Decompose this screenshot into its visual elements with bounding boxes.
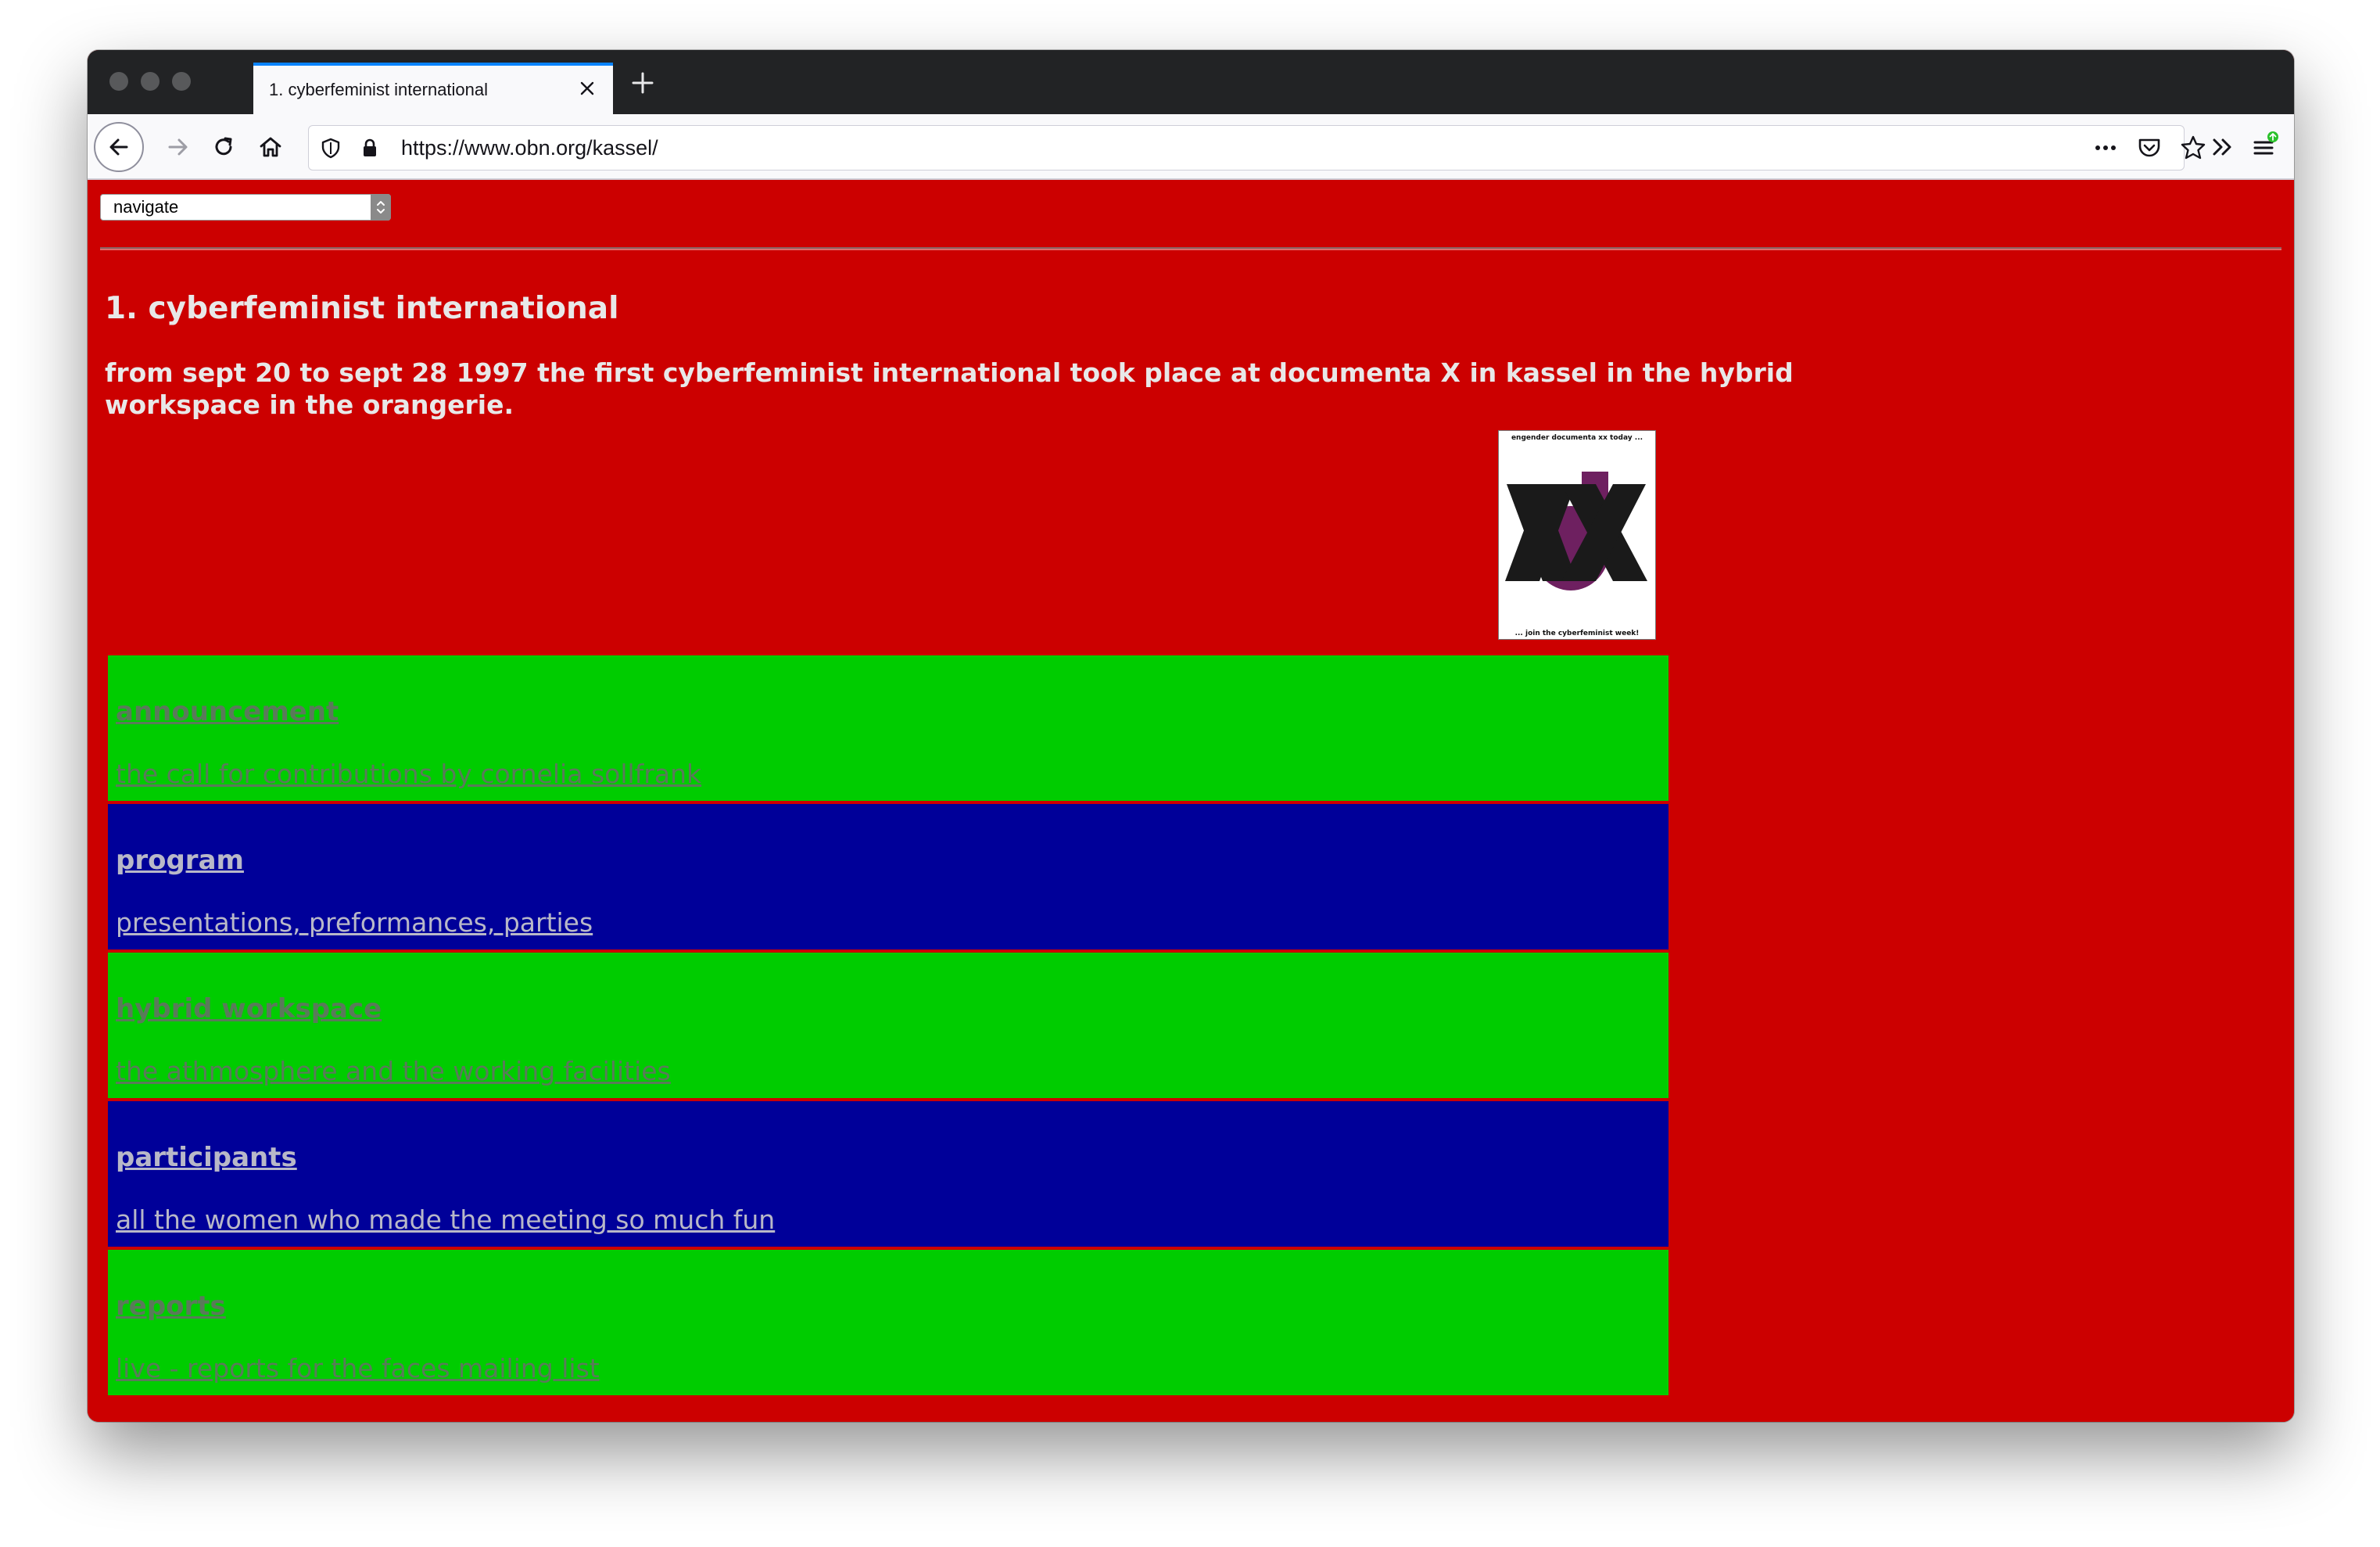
page-title: 1. cyberfeminist international	[105, 291, 619, 326]
xx-logo-graphic	[1505, 472, 1647, 590]
reload-button[interactable]	[202, 125, 246, 169]
browser-window: 1. cyberfeminist international https://w…	[88, 50, 2294, 1422]
home-icon	[260, 137, 281, 157]
home-button[interactable]	[249, 125, 292, 169]
page-content: navigate 1. cyberfeminist international …	[88, 181, 2294, 1422]
lock-icon[interactable]	[356, 134, 384, 162]
participants-description-link[interactable]: all the women who made the meeting so mu…	[116, 1204, 775, 1235]
sections-table: announcement the call for contributions …	[108, 655, 1669, 1398]
intro-paragraph: from sept 20 to sept 28 1997 the first c…	[105, 357, 1825, 421]
horizontal-rule	[100, 247, 2281, 250]
section-row-participants: participants all the women who made the …	[108, 1101, 1669, 1247]
chevrons-right-icon	[2213, 138, 2231, 156]
zoom-window-dot[interactable]	[172, 72, 191, 91]
navigation-toolbar: https://www.obn.org/kassel/	[88, 114, 2294, 180]
tab-strip: 1. cyberfeminist international	[88, 50, 2294, 114]
page-actions-icon[interactable]	[2091, 134, 2120, 162]
announcement-description-link[interactable]: the call for contributions by cornelia s…	[116, 759, 701, 789]
reload-icon	[215, 137, 232, 156]
intro-line-1: from sept 20 to sept 28 1997 the first c…	[105, 357, 1794, 388]
hybrid-workspace-description-link[interactable]: the athmosphere and the working faciliti…	[116, 1056, 671, 1086]
intro-line-2: workspace in the orangerie.	[105, 389, 514, 420]
url-text[interactable]: https://www.obn.org/kassel/	[401, 126, 658, 170]
close-window-dot[interactable]	[109, 72, 128, 91]
participants-link[interactable]: participants	[116, 1142, 297, 1173]
announcement-link[interactable]: announcement	[116, 696, 339, 727]
tracking-shield-icon[interactable]	[317, 134, 345, 162]
section-row-reports: reports live - reports for the faces mai…	[108, 1250, 1669, 1395]
poster-bottom-text: ... join the cyberfeminist week!	[1514, 630, 1640, 637]
section-row-program: program presentations, preformances, par…	[108, 804, 1669, 949]
close-tab-icon[interactable]	[575, 77, 599, 100]
active-tab[interactable]: 1. cyberfeminist international	[253, 63, 613, 114]
navigate-select[interactable]: navigate	[100, 194, 391, 221]
pocket-icon[interactable]	[2135, 134, 2163, 162]
hamburger-menu-icon	[2253, 131, 2278, 155]
select-arrows-icon[interactable]	[371, 194, 391, 221]
section-row-hybrid-workspace: hybrid workspace the athmosphere and the…	[108, 953, 1669, 1098]
reports-description-link[interactable]: live - reports for the faces mailing lis…	[116, 1353, 600, 1384]
hybrid-workspace-link[interactable]: hybrid workspace	[116, 993, 382, 1025]
address-bar[interactable]: https://www.obn.org/kassel/	[308, 125, 2206, 170]
program-link[interactable]: program	[116, 845, 244, 876]
forward-arrow-icon	[168, 138, 188, 156]
tab-title: 1. cyberfeminist international	[269, 80, 489, 99]
forward-button[interactable]	[156, 125, 200, 169]
reports-link[interactable]: reports	[116, 1290, 226, 1322]
overflow-menu-button[interactable]	[2200, 125, 2244, 169]
new-tab-icon[interactable]	[627, 67, 658, 99]
documenta-poster-image: engender documenta xx today ... ... join…	[1498, 430, 1656, 640]
program-description-link[interactable]: presentations, preformances, parties	[116, 907, 593, 938]
minimize-window-dot[interactable]	[141, 72, 160, 91]
back-arrow-icon	[109, 138, 128, 156]
navigate-select-value: navigate	[113, 197, 179, 217]
section-row-announcement: announcement the call for contributions …	[108, 655, 1669, 801]
back-button[interactable]	[94, 122, 144, 172]
app-menu-button[interactable]	[2242, 125, 2286, 169]
